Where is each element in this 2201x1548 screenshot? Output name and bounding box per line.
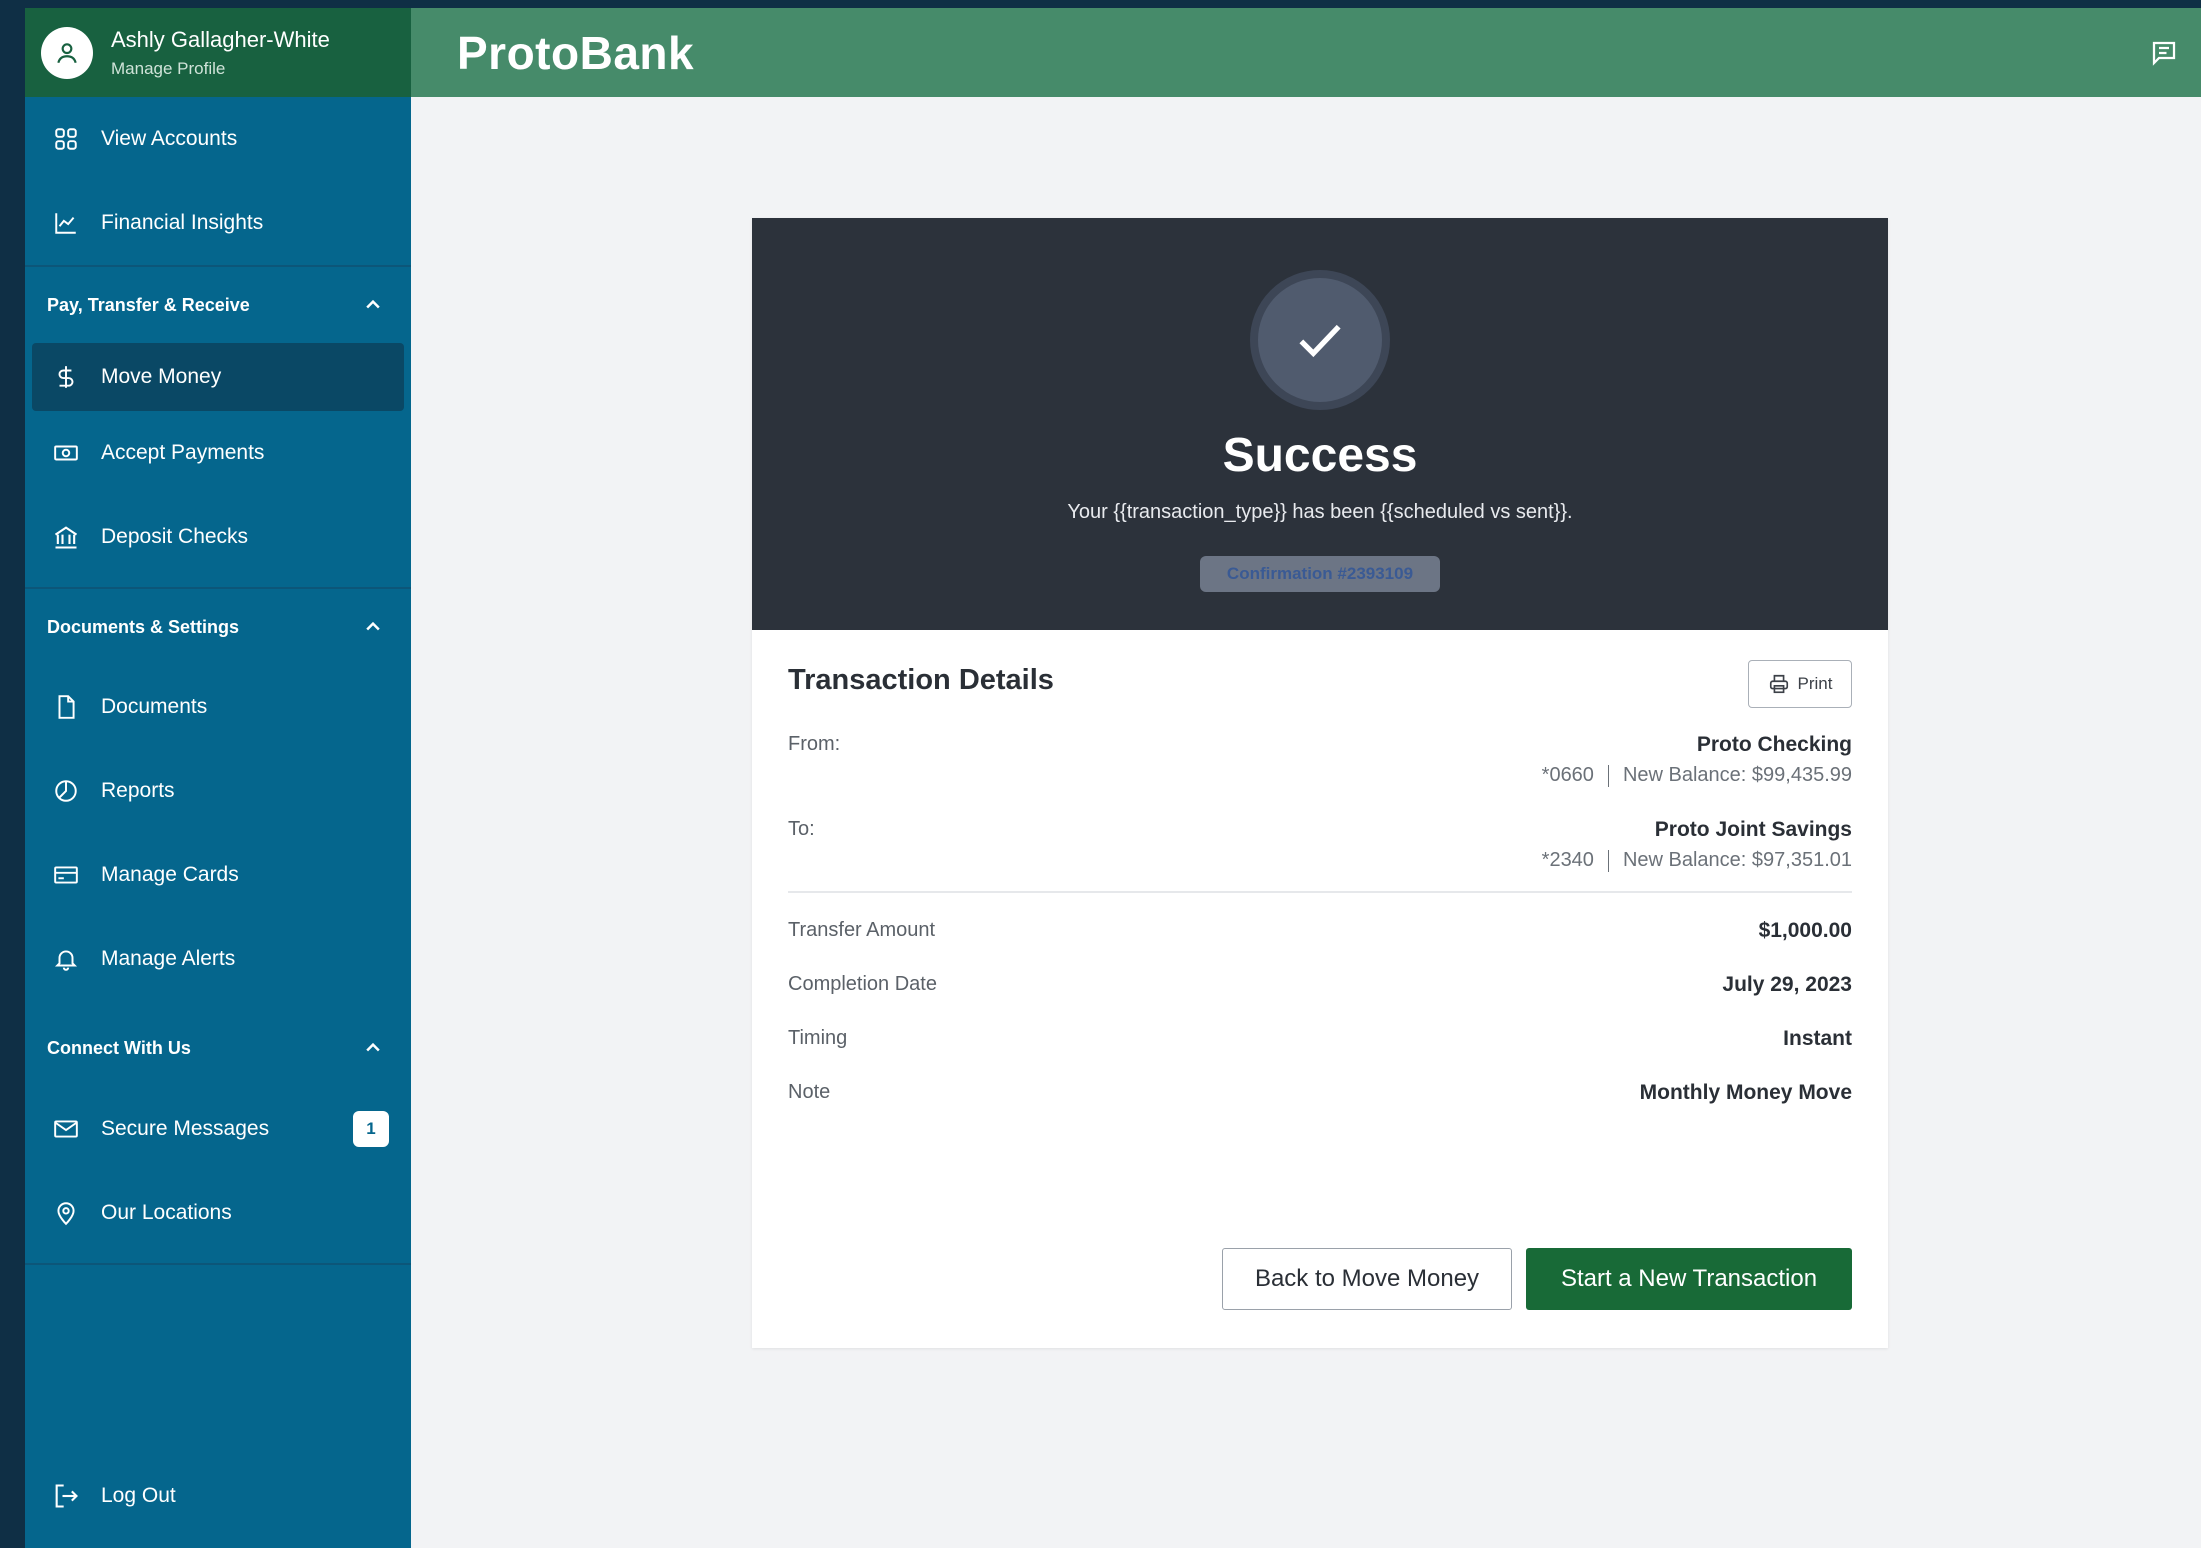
chevron-up-icon [366,621,380,631]
sidebar-item-financial-insights[interactable]: Financial Insights [25,181,411,265]
sidebar-item-label: Accept Payments [101,441,265,464]
sidebar-item-reports[interactable]: Reports [25,749,411,833]
section-title: Pay, Transfer & Receive [47,294,250,315]
pin-icon [51,1198,81,1228]
sidebar-item-secure-messages[interactable]: Secure Messages 1 [25,1087,411,1171]
user-icon [57,42,77,63]
from-account-name: Proto Checking [1696,733,1852,756]
dollar-icon [51,362,81,392]
logout-button[interactable]: Log Out [25,1454,411,1538]
unread-count-badge: 1 [353,1111,389,1147]
print-label: Print [1797,674,1833,693]
sidebar-item-label: Our Locations [101,1201,232,1224]
chart-icon [51,208,81,238]
sidebar-item-accept-payments[interactable]: Accept Payments [25,411,411,495]
manage-profile-link[interactable]: Manage Profile [111,59,330,79]
chevron-up-icon [366,1042,380,1052]
from-account-row: From: Proto Checking *0660 New Balance: $… [788,733,1852,787]
section-title: Documents & Settings [47,616,240,637]
sidebar-item-label: Manage Alerts [101,947,236,970]
bell-icon [51,944,81,974]
sidebar-item-label: Financial Insights [101,211,264,234]
pie-icon [51,776,81,806]
sidebar-item-manage-alerts[interactable]: Manage Alerts [25,917,411,1001]
checkmark-icon [1299,324,1341,358]
detail-value: $1,000.00 [1758,919,1852,942]
detail-label: Timing [788,1027,848,1049]
detail-value: Instant [1783,1027,1852,1050]
transaction-details: Transaction Details Print From: Proto Ch… [752,630,1888,1109]
printer-icon [1768,673,1790,695]
to-new-balance: New Balance: $97,351.01 [1622,849,1852,871]
section-pay-transfer-receive[interactable]: Pay, Transfer & Receive [25,265,411,343]
sidebar-item-label: Secure Messages [101,1117,270,1140]
section-title: Connect With Us [47,1037,191,1058]
detail-label: Completion Date [788,973,937,995]
details-divider [788,891,1852,893]
logout-label: Log Out [101,1484,176,1507]
cash-icon [51,438,81,468]
action-buttons: Back to Move Money Start a New Transacti… [1222,1248,1852,1310]
to-label: To: [788,818,815,840]
from-new-balance: New Balance: $99,435.99 [1622,764,1852,786]
success-panel: Success Your {{transaction_type}} has be… [752,218,1888,630]
sidebar-divider [25,1263,411,1265]
sidebar-item-label: Deposit Checks [101,525,249,548]
success-title: Success [1222,429,1418,482]
top-header: ProtoBank [411,8,2201,97]
sidebar-item-our-locations[interactable]: Our Locations [25,1171,411,1255]
sidebar: Ashly Gallagher-White Manage Profile Vie… [25,8,411,1548]
detail-value: July 29, 2023 [1722,973,1852,996]
to-account-name: Proto Joint Savings [1654,818,1852,841]
from-label: From: [788,733,841,755]
back-to-move-money-button[interactable]: Back to Move Money [1222,1248,1512,1310]
section-documents-settings[interactable]: Documents & Settings [25,587,411,665]
sidebar-item-label: View Accounts [101,127,238,150]
card-icon [51,860,81,890]
confirmation-card: Success Your {{transaction_type}} has be… [752,218,1888,1348]
print-button[interactable]: Print [1748,660,1852,708]
sidebar-item-label: Reports [101,779,175,802]
sidebar-item-manage-cards[interactable]: Manage Cards [25,833,411,917]
detail-label: Note [788,1081,831,1103]
to-account-number: *2340 [1541,849,1594,871]
sidebar-item-documents[interactable]: Documents [25,665,411,749]
sidebar-item-view-accounts[interactable]: View Accounts [25,97,411,181]
start-new-transaction-button[interactable]: Start a New Transaction [1526,1248,1852,1310]
detail-row-transfer-amount: Transfer Amount $1,000.00 [788,919,1852,947]
sidebar-item-label: Move Money [101,365,222,388]
detail-row-timing: Timing Instant [788,1027,1852,1055]
detail-value: Monthly Money Move [1639,1081,1852,1104]
details-title: Transaction Details [788,664,1054,696]
detail-row-completion-date: Completion Date July 29, 2023 [788,973,1852,1001]
sidebar-item-move-money[interactable]: Move Money [32,343,404,411]
app-window: Ashly Gallagher-White Manage Profile Vie… [25,8,2201,1548]
detail-label: Transfer Amount [788,919,936,941]
sidebar-item-label: Documents [101,695,208,718]
brand-logo[interactable]: ProtoBank [457,26,694,80]
logout-icon [51,1481,81,1511]
chevron-up-icon [366,299,380,309]
chat-icon[interactable] [2149,38,2179,68]
section-connect-with-us[interactable]: Connect With Us [25,1009,411,1087]
mail-icon [51,1114,81,1144]
success-message: Your {{transaction_type}} has been {{sch… [1067,501,1573,523]
profile-block[interactable]: Ashly Gallagher-White Manage Profile [25,8,411,97]
document-icon [51,692,81,722]
bank-icon [51,522,81,552]
to-account-row: To: Proto Joint Savings *2340 New Balance… [788,818,1852,872]
sidebar-item-label: Manage Cards [101,863,239,886]
detail-row-note: Note Monthly Money Move [788,1081,1852,1109]
confirmation-number: Confirmation #2393109 [1200,556,1440,592]
from-account-number: *0660 [1541,764,1594,786]
success-badge [1250,270,1390,410]
sidebar-item-deposit-checks[interactable]: Deposit Checks [25,495,411,579]
user-name: Ashly Gallagher-White [111,26,330,52]
grid-icon [51,124,81,154]
avatar [41,26,93,79]
